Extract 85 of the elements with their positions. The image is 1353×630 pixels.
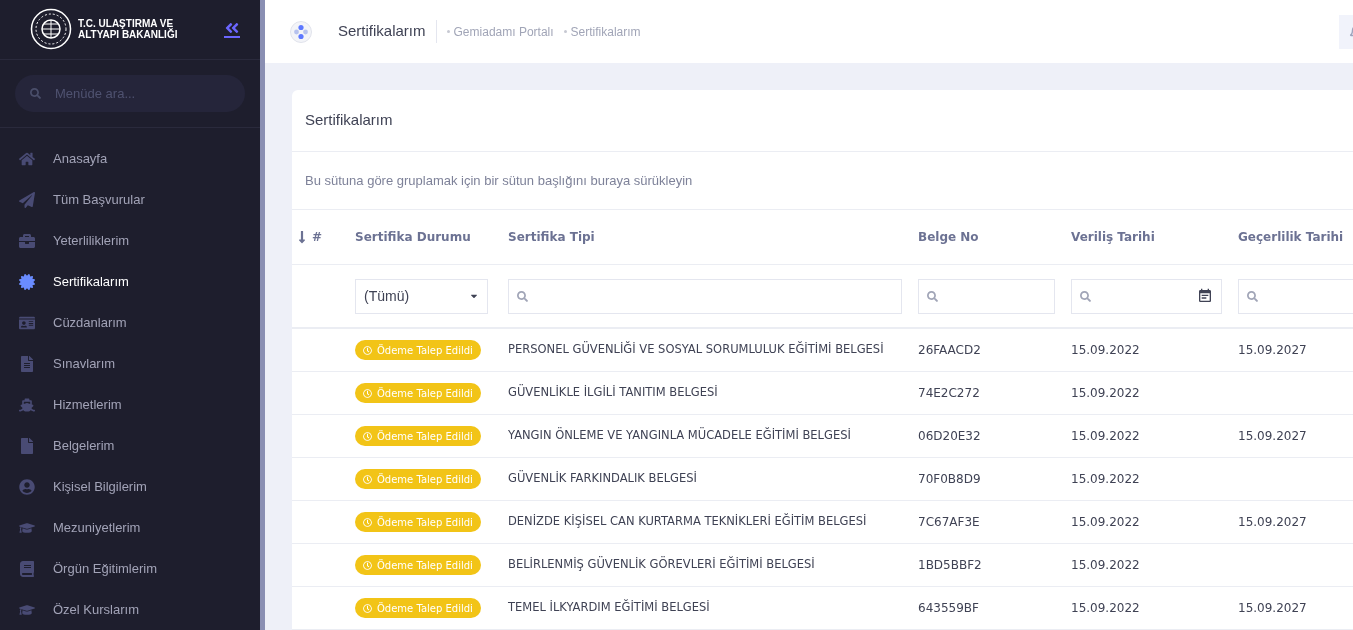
certificate-type: TEMEL İLKYARDIM EĞİTİMİ BELGESİ [508,599,711,617]
issue-date: 15.09.2022 [1071,385,1141,402]
ministry-name: T.C. ULAŞTIRMA VE ALTYAPI BAKANLIĞI [78,18,179,41]
status-badge: Ödeme Talep Edildi [355,469,481,489]
document-number: 06D20E32 [918,428,982,445]
validity-date: 15.09.2027 [1238,342,1308,359]
certificate-type: DENİZDE KİŞİSEL CAN KURTARMA TEKNİKLERİ EĞİTİM BELGESİ [508,513,868,531]
menu-item[interactable]: Anasayfa [0,138,260,179]
book-icon [19,560,35,577]
menu-item[interactable]: Hizmetlerim [0,384,260,425]
home-icon [19,150,35,167]
document-icon [19,355,35,372]
page-title: Sertifikalarım [338,20,437,43]
status-badge: Ödeme Talep Edildi [355,426,481,446]
issue-date: 15.09.2022 [1071,600,1141,617]
validity-date: 15.09.2027 [1238,600,1308,617]
menu-item[interactable]: Belgelerim [0,425,260,466]
menu-item[interactable]: Örgün Eğitimlerim [0,548,260,589]
search-icon [30,87,41,99]
paper-plane-icon [19,191,35,208]
certificate-icon [19,273,35,290]
filter-field[interactable] [1071,278,1222,314]
issue-date: 15.09.2022 [1071,471,1141,488]
card-title: Sertifikalarım [305,110,393,131]
menu-item[interactable]: Cüzdanlarım [0,302,260,343]
column-header[interactable]: Belge No [918,228,1071,246]
column-header[interactable]: Sertifika Durumu [355,228,508,246]
menu-item[interactable]: Sertifikalarım [0,261,260,302]
column-header[interactable]: Sertifika Tipi [508,228,918,246]
status-badge: Ödeme Talep Edildi [355,598,481,618]
certificate-type: GÜVENLİKLE İLGİLİ TANITIM BELGESİ [508,384,719,402]
certificate-type: BELİRLENMİŞ GÜVENLİK GÖREVLERİ EĞİTİMİ BELGESİ [508,556,816,574]
document-number: 74E2C272 [918,385,981,402]
menu-item[interactable]: Sınavlarım [0,343,260,384]
menu-item[interactable]: Tüm Başvurular [0,179,260,220]
id-card-icon [19,314,35,331]
filter-field[interactable] [508,278,902,314]
ship-icon [19,396,35,413]
document-number: 70F0B8D9 [918,471,982,488]
search-icon [1247,290,1258,302]
group-panel-hint: Bu sütuna göre gruplamak için bir sütun başlığını buraya sürükleyin [305,171,693,190]
emblem-logo [30,8,72,51]
file-icon [19,437,35,454]
menu-item[interactable]: Yeterliliklerim [0,220,260,261]
menu-item[interactable]: Özel Kurslarım [0,589,260,630]
diamond-dots-icon [290,20,312,43]
sort-arrow-icon [298,230,306,244]
clock-icon [363,603,372,613]
collapse-button[interactable] [224,20,240,39]
search-icon [927,290,938,302]
clock-icon [363,474,372,484]
search-icon [517,290,528,302]
menu-item[interactable]: Mezuniyetlerim [0,507,260,548]
calendar-icon[interactable] [1197,288,1213,304]
clock-icon [363,431,372,441]
filter-field[interactable] [918,278,1055,314]
status-select[interactable]: (Tümü) [355,278,488,314]
column-header[interactable]: Veriliş Tarihi [1071,228,1238,246]
column-header[interactable]: Geçerlilik Tarihi [1238,228,1353,246]
menu-item[interactable]: Kişisel Bilgilerim [0,466,260,507]
column-header[interactable]: # [298,228,355,246]
clock-icon [363,517,372,527]
status-badge: Ödeme Talep Edildi [355,555,481,575]
document-number: 643559BF [918,600,980,617]
briefcase-icon [19,232,35,249]
issue-date: 15.09.2022 [1071,342,1141,359]
clock-icon [363,388,372,398]
document-number: 26FAACD2 [918,342,982,359]
search-icon [1080,290,1091,302]
certificate-type: PERSONEL GÜVENLİĞİ VE SOSYAL SORUMLULUK EĞİTİMİ BELGESİ [508,341,885,359]
filter-field[interactable] [1238,278,1353,314]
document-number: 7C67AF3E [918,514,981,531]
status-badge: Ödeme Talep Edildi [355,512,481,532]
issue-date: 15.09.2022 [1071,557,1141,574]
status-badge: Ödeme Talep Edildi [355,340,481,360]
issue-date: 15.09.2022 [1071,514,1141,531]
status-badge: Ödeme Talep Edildi [355,383,481,403]
validity-date: 15.09.2027 [1238,514,1308,531]
certificate-type: GÜVENLİK FARKINDALIK BELGESİ [508,470,698,488]
clock-icon [363,560,372,570]
document-number: 1BD5BBF2 [918,557,983,574]
validity-date: 15.09.2027 [1238,428,1308,445]
certificate-type: YANGIN ÖNLEME VE YANGINLA MÜCADELE EĞİTİMİ BELGESİ [508,427,852,445]
issue-date: 15.09.2022 [1071,428,1141,445]
clock-icon [363,345,372,355]
